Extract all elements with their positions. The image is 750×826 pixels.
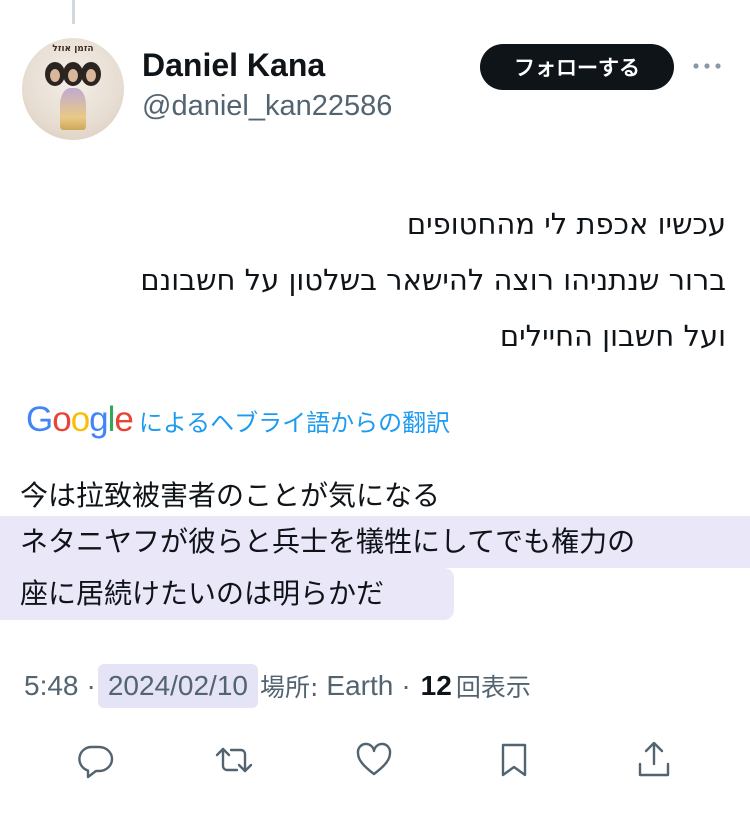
- more-options-icon[interactable]: [690, 56, 724, 76]
- thread-connector-line: [72, 0, 75, 24]
- google-logo-letter: o: [70, 400, 90, 439]
- location-label: 場所:: [259, 673, 319, 702]
- google-logo: Google: [26, 400, 134, 440]
- google-logo-letter: e: [114, 400, 133, 439]
- avatar[interactable]: הזמן אוזל: [22, 38, 124, 140]
- reply-icon[interactable]: [75, 740, 115, 780]
- views-count: 12: [420, 670, 452, 701]
- avatar-face: [81, 62, 101, 86]
- post-time[interactable]: 5:48: [24, 670, 79, 702]
- translated-line: 今は拉致被害者のことが気になる: [20, 479, 441, 512]
- bookmark-icon[interactable]: [494, 740, 534, 780]
- avatar-caption: הזמן אוזל: [52, 44, 94, 54]
- tweet-meta: 5:48 · 2024/02/10 場所: Earth · 12 回表示: [24, 664, 531, 708]
- separator: ·: [401, 670, 411, 701]
- translated-line-highlighted: 座に居続けたいのは明らかだ: [0, 568, 454, 620]
- location-value[interactable]: Earth: [326, 670, 393, 702]
- translation-source-link[interactable]: によるヘブライ語からの翻訳: [139, 403, 450, 438]
- avatar-face: [63, 62, 83, 86]
- tweet-text-line: עכשיו אכפת לי מהחטופים: [406, 207, 726, 241]
- display-name[interactable]: Daniel Kana: [142, 47, 325, 84]
- tweet-text-line: ועל חשבון החיילים: [499, 319, 726, 353]
- google-logo-letter: o: [52, 400, 71, 439]
- follow-button[interactable]: フォローする: [480, 44, 674, 90]
- views-label: 回表示: [455, 673, 531, 702]
- tweet-detail: הזמן אוזל Daniel Kana @daniel_kan22586 フ…: [0, 0, 750, 826]
- google-logo-letter: g: [89, 400, 108, 439]
- translated-line-highlighted: ネタニヤフが彼らと兵士を犠牲にしてでも権力の: [0, 516, 750, 568]
- user-handle[interactable]: @daniel_kan22586: [142, 90, 392, 123]
- share-icon[interactable]: [634, 740, 674, 780]
- translation-attribution: Google によるヘブライ語からの翻訳: [26, 400, 450, 440]
- avatar-ribbon: [60, 88, 86, 130]
- post-date[interactable]: 2024/02/10: [97, 664, 258, 708]
- tweet-text-line: ברור שנתניהו רוצה להישאר בשלטון על חשבונ…: [140, 263, 726, 297]
- like-icon[interactable]: [354, 740, 394, 780]
- separator: ·: [86, 670, 96, 701]
- avatar-face: [45, 62, 65, 86]
- tweet-text: עכשיו אכפת לי מהחטופים ברור שנתניהו רוצה…: [20, 196, 726, 364]
- google-logo-letter: G: [26, 400, 53, 439]
- retweet-icon[interactable]: [214, 740, 254, 780]
